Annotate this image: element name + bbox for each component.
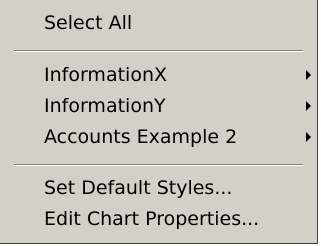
context-menu: Select All InformationX InformationY Acc…: [0, 0, 318, 244]
menu-item-informationy[interactable]: InformationY: [0, 91, 317, 122]
menu-item-edit-chart-properties[interactable]: Edit Chart Properties...: [0, 204, 317, 235]
menu-item-label: Accounts Example 2: [44, 126, 238, 148]
menu-separator: [14, 50, 303, 52]
menu-item-label: Select All: [44, 12, 133, 34]
menu-item-label: InformationX: [44, 64, 167, 86]
menu-item-accounts-example-2[interactable]: Accounts Example 2: [0, 122, 317, 153]
menu-item-label: InformationY: [44, 95, 166, 117]
menu-separator: [14, 164, 303, 166]
menu-item-set-default-styles[interactable]: Set Default Styles...: [0, 173, 317, 204]
menu-item-label: Edit Chart Properties...: [44, 208, 260, 230]
menu-item-informationx[interactable]: InformationX: [0, 60, 317, 91]
submenu-arrow-icon: [306, 132, 311, 142]
menu-item-select-all[interactable]: Select All: [0, 8, 317, 39]
submenu-arrow-icon: [306, 101, 311, 111]
menu-item-label: Set Default Styles...: [44, 177, 233, 199]
submenu-arrow-icon: [306, 70, 311, 80]
